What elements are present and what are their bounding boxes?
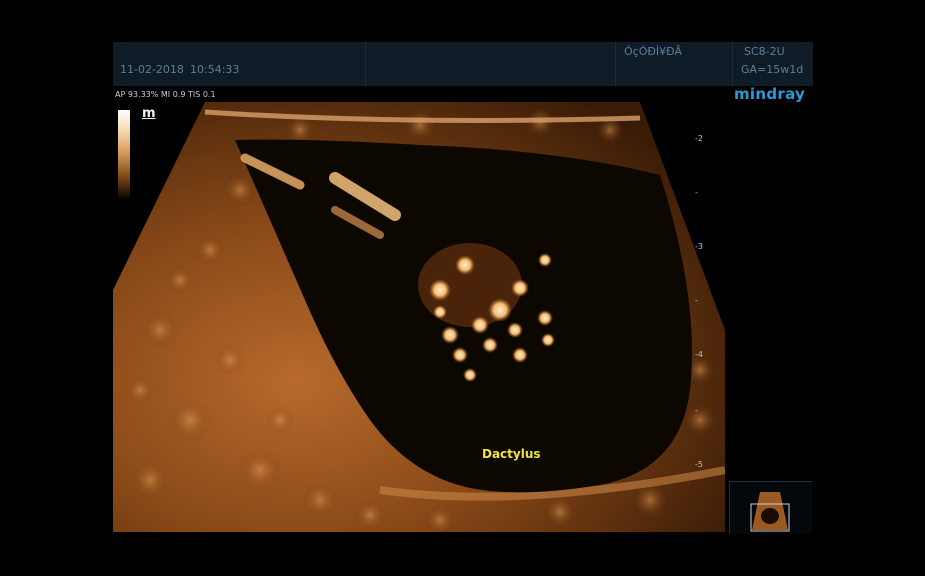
exam-time: 10:54:33: [190, 63, 240, 76]
depth-tick: -4: [695, 350, 703, 359]
header-separator: [615, 42, 616, 86]
hospital-name: ÓçÓÐÍ¥ÐÂ: [624, 45, 682, 58]
probe-name: SC8-2U: [744, 45, 785, 58]
gestational-age: GA=15w1d: [741, 63, 804, 76]
depth-tick: -2: [695, 134, 703, 143]
thumbnail-view[interactable]: [729, 481, 812, 534]
map-icon: m: [142, 106, 156, 121]
depth-tick: -: [695, 188, 698, 197]
depth-tick: -: [695, 406, 698, 415]
header-separator: [732, 42, 733, 86]
depth-tick: -3: [695, 242, 703, 251]
depth-tick: -: [695, 296, 698, 305]
brand-logo: mindray: [734, 85, 806, 103]
depth-tick: -5: [695, 460, 703, 469]
header-separator: [365, 42, 366, 86]
depth-scale: -2 - -3 - -4 - -5: [695, 100, 715, 520]
exam-date: 11-02-2018: [120, 63, 184, 76]
thumbnail-image: [750, 492, 790, 532]
acoustic-params: AP 93.33% MI 0.9 TIS 0.1: [115, 90, 216, 99]
annotation-label: Dactylus: [482, 447, 541, 461]
grayscale-bar: [118, 110, 130, 200]
